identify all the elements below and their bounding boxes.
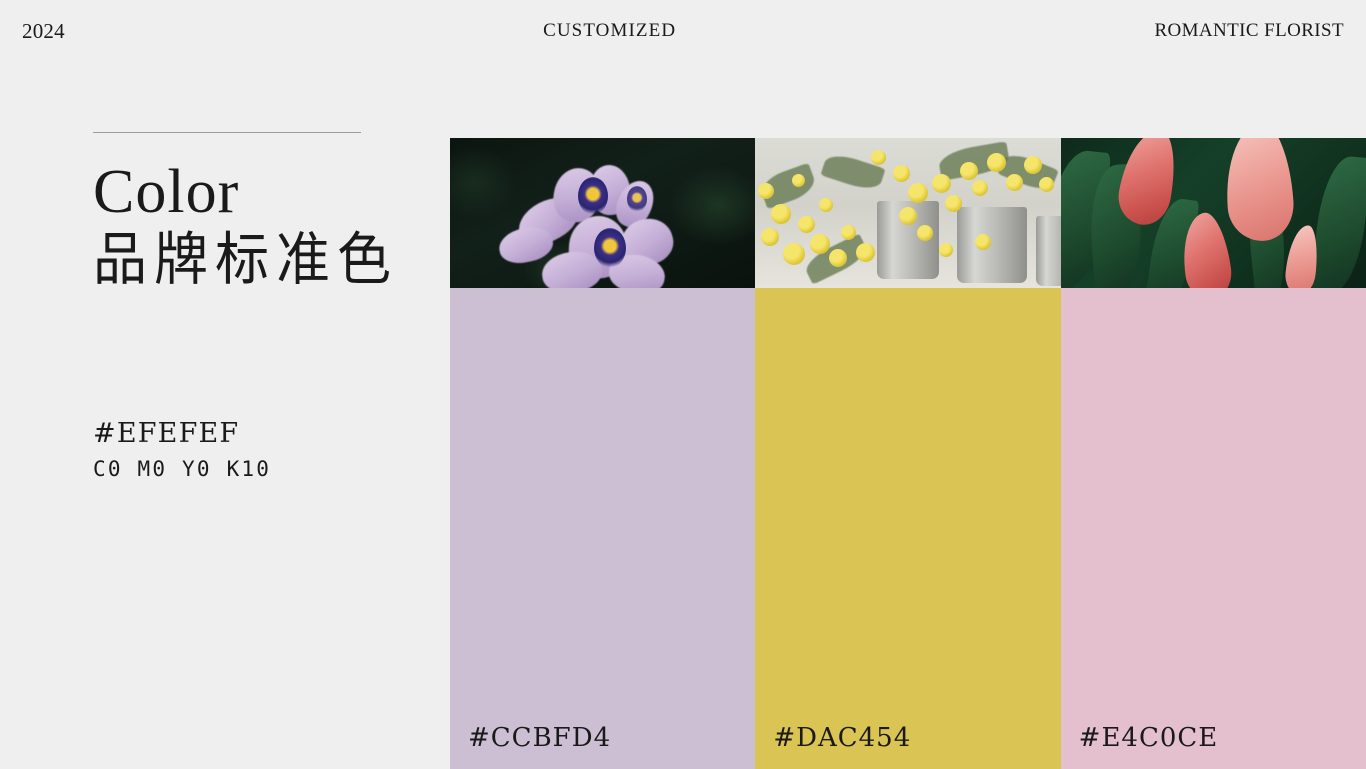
swatch-fill-yellow: #DAC454 [755, 288, 1061, 769]
swatch-fill-pink: #E4C0CE [1060, 288, 1366, 769]
page-header: 2024 CUSTOMIZED ROMANTIC FLORIST [0, 0, 1366, 62]
color-palette-grid: #CCBFD4 #DAC454 #E4C0CE [450, 138, 1366, 769]
pink-calla-lily-photo [1060, 138, 1366, 288]
swatch-column-yellow: #DAC454 [755, 138, 1061, 769]
swatch-fill-purple: #CCBFD4 [450, 288, 756, 769]
base-color-hex: #EFEFEF [93, 417, 240, 449]
swatch-column-purple: #CCBFD4 [450, 138, 756, 769]
title-divider-rule [93, 132, 361, 133]
left-info-column: Color 品牌标准色 #EFEFEF C0 M0 Y0 K10 [93, 132, 433, 481]
base-color-cmyk: C0 M0 Y0 K10 [93, 456, 272, 481]
base-color-block: #EFEFEF C0 M0 Y0 K10 [93, 418, 433, 481]
page-title-english: Color [93, 158, 240, 226]
header-center-title: CUSTOMIZED [543, 20, 677, 41]
swatch-hex-label-pink: #E4C0CE [1078, 723, 1219, 753]
swatch-hex-label-purple: #CCBFD4 [468, 723, 612, 753]
page-title-chinese: 品牌标准色 [93, 226, 398, 294]
yellow-mimosa-buckets-photo [755, 138, 1061, 288]
swatch-hex-label-yellow: #DAC454 [773, 723, 912, 753]
header-year: 2024 [22, 18, 65, 43]
swatch-column-pink: #E4C0CE [1060, 138, 1366, 769]
header-brand-name: ROMANTIC FLORIST [1154, 20, 1344, 41]
purple-water-hyacinth-photo [450, 138, 756, 288]
